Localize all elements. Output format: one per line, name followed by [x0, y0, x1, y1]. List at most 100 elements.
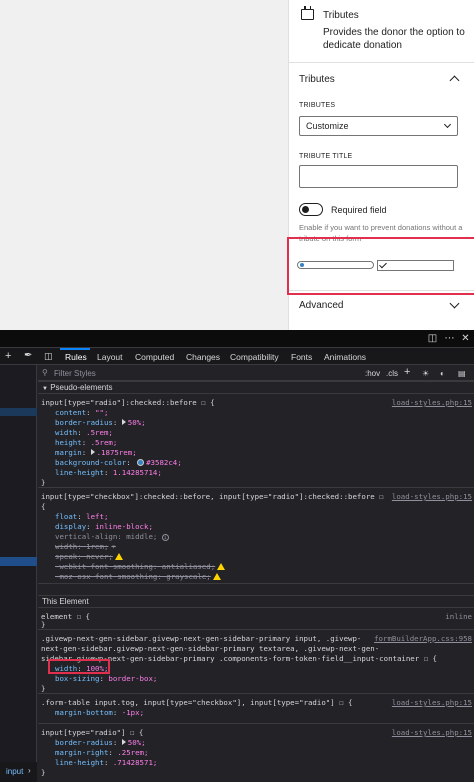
rule-source: inline: [445, 612, 472, 621]
tab-computed[interactable]: Computed: [135, 352, 174, 362]
rule-property[interactable]: width: .5rem;: [55, 428, 113, 438]
rule-property-overridden[interactable]: width: 1rem; ▿: [55, 542, 116, 552]
markup-panel-strip: [0, 365, 37, 782]
rule-property[interactable]: background-color: #3582c4;: [55, 458, 182, 468]
rule-property[interactable]: content: "";: [55, 408, 108, 418]
rule-property[interactable]: box-sizing: border-box;: [55, 674, 157, 684]
dark-mode-icon[interactable]: ◐: [440, 369, 445, 378]
tab-fonts[interactable]: Fonts: [291, 352, 312, 362]
eyedropper-icon[interactable]: ✒: [24, 350, 32, 361]
rule-property[interactable]: display: inline-block;: [55, 522, 153, 532]
light-mode-icon[interactable]: ☀: [422, 369, 429, 378]
rule-property[interactable]: margin-right: .25rem;: [55, 748, 148, 758]
filter-bar: ⚲ Filter Styles :hov .cls + ☀ ◐ ▤: [38, 365, 474, 381]
rule-property-inactive[interactable]: vertical-align: middle; i: [55, 532, 169, 542]
check-icon: [379, 260, 387, 269]
rule-selector[interactable]: input[type="radio"]:checked::before ☐ {: [41, 398, 215, 408]
warning-icon[interactable]: [212, 573, 221, 580]
sidebar-toggle-icon[interactable]: ◫: [44, 351, 53, 362]
tab-changes[interactable]: Changes: [186, 352, 220, 362]
devtools-tabs: + ✒ ◫ Rules Layout Computed Changes Comp…: [0, 348, 474, 365]
panel-title-tributes[interactable]: Tributes: [299, 74, 335, 85]
rule-property[interactable]: line-height: 1.14285714;: [55, 468, 162, 478]
devtools-panel: ◫ ⋯ ✕ + ✒ ◫ Rules Layout Computed Change…: [0, 330, 474, 782]
panel-title-advanced[interactable]: Advanced: [299, 300, 343, 311]
color-swatch[interactable]: [137, 459, 145, 466]
block-card: Tributes Provides the donor the option t…: [289, 0, 474, 62]
tributes-select[interactable]: Customize: [299, 116, 458, 136]
tribute-title-label: TRIBUTE TITLE: [299, 153, 353, 160]
rule-selector[interactable]: element ☐ {: [41, 612, 90, 622]
block-title: Tributes: [323, 10, 359, 21]
rule-checkbox-radio-checked-before: input[type="checkbox"]:checked::before, …: [38, 488, 474, 584]
rule-selector[interactable]: .form-table input.tog, input[type="check…: [41, 698, 352, 708]
dock-icon[interactable]: ◫: [427, 333, 438, 344]
section-label: Pseudo-elements: [50, 383, 113, 392]
calendar-icon: [301, 6, 314, 20]
rules-view: ▼ Pseudo-elements input[type="radio"]:ch…: [38, 381, 474, 782]
rule-element: element ☐ { inline }: [38, 608, 474, 630]
breadcrumb-bar: input ›: [0, 762, 37, 782]
rule-property[interactable]: border-radius: 50%;: [55, 418, 146, 428]
filter-icon[interactable]: ▿: [111, 542, 115, 551]
highlight-annotation: [48, 659, 110, 674]
add-rule-button[interactable]: +: [404, 366, 410, 378]
filter-icon: ⚲: [42, 368, 48, 377]
chevron-down-icon[interactable]: [449, 298, 460, 309]
rule-source-link[interactable]: load-styles.php:15: [392, 492, 472, 502]
cls-toggle[interactable]: .cls: [386, 369, 398, 378]
print-icon[interactable]: ▤: [458, 369, 466, 378]
markup-row-selected[interactable]: [0, 557, 37, 566]
checkbox-preview[interactable]: [377, 260, 454, 271]
tributes-label: TRIBUTES: [299, 102, 336, 109]
radio-dot: [300, 263, 304, 267]
tab-rules[interactable]: Rules: [65, 352, 87, 362]
rule-selector[interactable]: input[type="checkbox"]:checked::before, …: [41, 492, 384, 502]
close-icon[interactable]: ✕: [460, 333, 471, 344]
rule-selector[interactable]: .givewp-next-gen-sidebar.givewp-next-gen…: [41, 634, 361, 644]
rule-property[interactable]: border-radius: 50%;: [55, 738, 146, 748]
info-icon[interactable]: i: [161, 534, 169, 541]
add-icon[interactable]: +: [5, 350, 11, 362]
rule-selector[interactable]: input[type="radio"] ☐ {: [41, 728, 143, 738]
warning-icon[interactable]: [114, 553, 123, 560]
radio-preview[interactable]: [297, 261, 374, 269]
rule-property-invalid[interactable]: -moz-osx-font-smoothing: grayscale;: [55, 572, 221, 582]
rule-property[interactable]: margin: .1875rem;: [55, 448, 137, 458]
chevron-up-icon[interactable]: [449, 75, 460, 86]
warning-icon[interactable]: [217, 563, 226, 570]
block-description: Provides the donor the option to dedicat…: [323, 27, 465, 51]
rule-source-link[interactable]: load-styles.php:15: [392, 698, 472, 708]
more-icon[interactable]: ⋯: [444, 333, 455, 344]
rule-source-link[interactable]: load-styles.php:15: [392, 398, 472, 408]
tab-compatibility[interactable]: Compatibility: [230, 352, 279, 362]
rule-property-invalid[interactable]: speak: never;: [55, 552, 123, 562]
section-this-element: This Element: [38, 595, 474, 608]
divider: [289, 62, 474, 63]
chevron-down-icon: [443, 120, 452, 129]
rule-form-table-input: .form-table input.tog, input[type="check…: [38, 694, 474, 724]
tributes-select-value: Customize: [306, 121, 349, 131]
rule-property[interactable]: height: .5rem;: [55, 438, 117, 448]
chevron-right-icon[interactable]: ›: [28, 766, 31, 775]
tab-animations[interactable]: Animations: [324, 352, 366, 362]
form-canvas: [0, 0, 288, 330]
filter-styles-input[interactable]: Filter Styles: [54, 369, 96, 378]
active-tab-indicator: [60, 348, 90, 350]
tab-layout[interactable]: Layout: [97, 352, 123, 362]
required-toggle[interactable]: [299, 203, 323, 216]
tribute-title-input[interactable]: [299, 165, 458, 188]
section-pseudo-elements[interactable]: ▼ Pseudo-elements: [38, 381, 474, 394]
rule-property[interactable]: line-height: .71428571;: [55, 758, 157, 768]
rule-source-link[interactable]: load-styles.php:15: [392, 728, 472, 738]
rule-selector-cont[interactable]: next-gen-sidebar.givewp-next-gen-sidebar…: [41, 644, 379, 654]
rule-property[interactable]: float: left;: [55, 512, 108, 522]
markup-row-highlight: [0, 408, 37, 416]
required-label: Required field: [331, 205, 387, 215]
section-label: This Element: [42, 597, 89, 606]
rule-property-invalid[interactable]: -webkit-font-smoothing: antialiased;: [55, 562, 226, 572]
rule-source-link[interactable]: formBuilderApp.css:958: [374, 634, 472, 644]
breadcrumb-input[interactable]: input: [6, 767, 23, 776]
rule-property[interactable]: margin-bottom: -1px;: [55, 708, 144, 718]
hov-toggle[interactable]: :hov: [365, 369, 380, 378]
